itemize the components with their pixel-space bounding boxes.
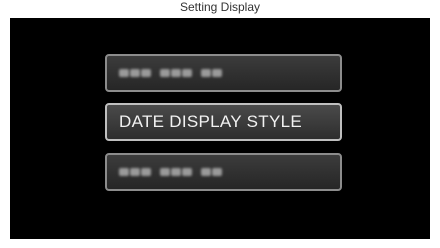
obscured-label xyxy=(119,69,222,77)
obscured-label xyxy=(119,168,222,176)
menu-item-obscured-bottom[interactable] xyxy=(105,153,342,191)
camera-menu-screen: DATE DISPLAY STYLE xyxy=(10,18,430,239)
menu-item-label: DATE DISPLAY STYLE xyxy=(119,112,303,131)
page-title: Setting Display xyxy=(179,0,261,14)
menu-item-obscured-top[interactable] xyxy=(105,54,342,92)
menu-item-date-display-style[interactable]: DATE DISPLAY STYLE xyxy=(105,103,342,141)
